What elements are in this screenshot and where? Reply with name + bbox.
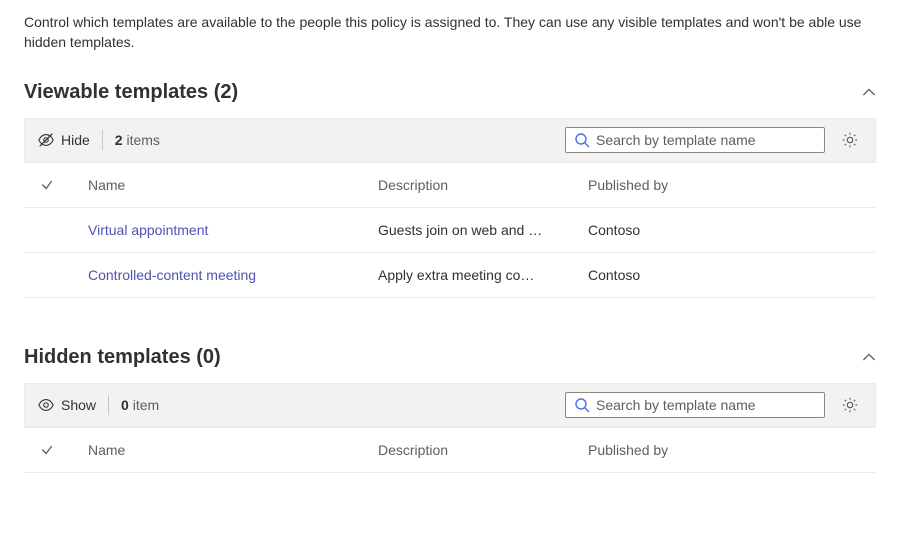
check-icon bbox=[40, 178, 54, 192]
hide-button[interactable]: Hide bbox=[37, 131, 90, 149]
table-row[interactable]: Virtual appointment Guests join on web a… bbox=[24, 207, 876, 252]
description-column-header[interactable]: Description bbox=[362, 427, 572, 472]
viewable-section-title: Viewable templates (2) bbox=[24, 81, 238, 104]
hide-button-label: Hide bbox=[61, 132, 90, 148]
collapse-toggle-hidden[interactable] bbox=[862, 350, 876, 364]
hidden-search-input[interactable] bbox=[596, 397, 816, 413]
template-name-link[interactable]: Virtual appointment bbox=[88, 222, 208, 238]
hidden-item-count: 0 item bbox=[121, 397, 159, 413]
chevron-up-icon bbox=[862, 85, 876, 99]
gear-icon bbox=[841, 396, 859, 414]
viewable-search-input[interactable] bbox=[596, 132, 816, 148]
publishedby-column-header[interactable]: Published by bbox=[572, 162, 876, 207]
hidden-toolbar: Show 0 item bbox=[24, 383, 876, 427]
toolbar-separator bbox=[108, 395, 109, 415]
select-all-column[interactable] bbox=[24, 427, 72, 472]
table-row[interactable]: Controlled-content meeting Apply extra m… bbox=[24, 252, 876, 297]
viewable-item-count: 2 items bbox=[115, 132, 160, 148]
template-publisher: Contoso bbox=[572, 252, 876, 297]
template-publisher: Contoso bbox=[572, 207, 876, 252]
chevron-up-icon bbox=[862, 350, 876, 364]
hidden-table: Name Description Published by bbox=[24, 427, 876, 473]
viewable-search-box[interactable] bbox=[565, 127, 825, 153]
template-description: Guests join on web and … bbox=[362, 207, 572, 252]
viewable-table: Name Description Published by Virtual ap… bbox=[24, 162, 876, 298]
viewable-toolbar: Hide 2 items bbox=[24, 118, 876, 162]
eye-hide-icon bbox=[37, 131, 55, 149]
show-button[interactable]: Show bbox=[37, 396, 96, 414]
viewable-section-header: Viewable templates (2) bbox=[24, 81, 876, 104]
collapse-toggle-viewable[interactable] bbox=[862, 85, 876, 99]
toolbar-separator bbox=[102, 130, 103, 150]
page-description: Control which templates are available to… bbox=[24, 12, 876, 53]
name-column-header[interactable]: Name bbox=[72, 162, 362, 207]
publishedby-column-header[interactable]: Published by bbox=[572, 427, 876, 472]
description-column-header[interactable]: Description bbox=[362, 162, 572, 207]
hidden-search-box[interactable] bbox=[565, 392, 825, 418]
hidden-section-title: Hidden templates (0) bbox=[24, 346, 221, 369]
hidden-section-header: Hidden templates (0) bbox=[24, 346, 876, 369]
template-name-link[interactable]: Controlled-content meeting bbox=[88, 267, 256, 283]
select-all-column[interactable] bbox=[24, 162, 72, 207]
viewable-settings-button[interactable] bbox=[837, 127, 863, 153]
search-icon bbox=[574, 132, 590, 148]
show-button-label: Show bbox=[61, 397, 96, 413]
hidden-settings-button[interactable] bbox=[837, 392, 863, 418]
eye-show-icon bbox=[37, 396, 55, 414]
template-description: Apply extra meeting co… bbox=[362, 252, 572, 297]
search-icon bbox=[574, 397, 590, 413]
name-column-header[interactable]: Name bbox=[72, 427, 362, 472]
gear-icon bbox=[841, 131, 859, 149]
check-icon bbox=[40, 443, 54, 457]
